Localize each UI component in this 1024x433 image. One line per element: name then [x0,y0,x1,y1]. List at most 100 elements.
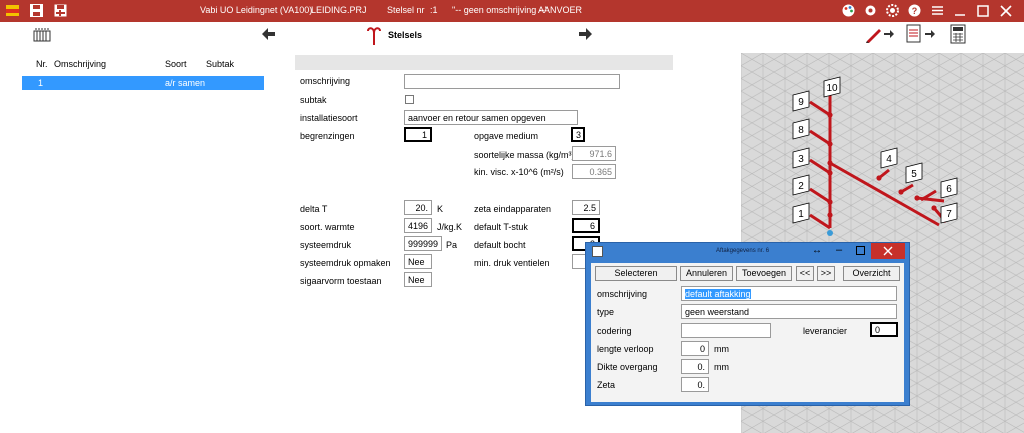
zeta-eind-label: zeta eindapparaten [474,204,552,214]
dialog-title: Aftakgegevens nr. 6 [716,248,770,254]
pipe-joint [876,175,882,181]
pencil-icon[interactable] [864,24,884,46]
node-9: 9 [792,90,810,112]
arrow-left-icon[interactable] [262,28,276,42]
node-label: 7 [946,209,952,220]
d-omschrijving-label: omschrijving [597,289,648,299]
title-bar: Vabi UO Leidingnet (VA100) LEIDING.PRJ S… [0,0,1024,22]
annuleren-button[interactable]: Annuleren [680,266,733,281]
default-bocht-label: default bocht [474,240,526,250]
begrenzingen-field[interactable]: 1 [404,127,432,142]
soort-warmte-field[interactable]: 4196 [404,218,432,233]
maximize-icon[interactable] [975,3,991,19]
node-7: 7 [940,202,958,224]
subtak-checkbox[interactable] [405,95,414,104]
opgave-medium-field[interactable]: 3 [571,127,585,142]
installatiesoort-label: installatiesoort [300,113,358,123]
selecteren-button[interactable]: Selecteren [595,266,677,281]
subtak-label: subtak [300,95,327,105]
opgave-medium-label: opgave medium [474,131,539,141]
d-lengte-field[interactable]: 0 [681,341,709,356]
systeemdruk-opmaken-field[interactable]: Nee [404,254,432,269]
dialog-minimize-icon[interactable]: – [836,244,842,256]
pipe-joint [827,170,833,176]
list-item[interactable]: 1 a/r samen [22,76,264,90]
form-header-bar [295,55,673,70]
toevoegen-button[interactable]: Toevoegen [736,266,792,281]
d-omschrijving-field[interactable]: default aftakking [681,286,897,301]
stelsels-icon[interactable] [366,25,382,47]
node-8: 8 [792,118,810,140]
calculator-icon[interactable] [950,24,966,46]
aftakgegevens-dialog: Aftakgegevens nr. 6 ↔ – Selecteren Annul… [585,242,910,406]
save-as-icon[interactable] [54,4,67,17]
zeta-eind-field[interactable]: 2.5 [572,200,600,215]
pipe-joint [827,199,833,205]
pipe-start-node [827,230,833,236]
dialog-title-bar[interactable]: Aftakgegevens nr. 6 ↔ – [586,243,909,261]
begrenzingen-label: begrenzingen [300,131,355,141]
dialog-close-button[interactable] [871,243,905,259]
minimize-icon[interactable] [952,3,968,19]
menu-icon[interactable] [931,4,944,17]
save-icon[interactable] [30,4,43,17]
arrow-right-icon[interactable] [578,28,592,42]
document-icon[interactable] [905,24,923,46]
min-druk-label: min. druk ventielen [474,258,550,268]
node-label: 9 [798,97,804,108]
list-header-omschrijving[interactable]: Omschrijving [54,59,106,69]
soortelijke-massa-label: soortelijke massa (kg/m³) [474,150,575,160]
node-5: 5 [905,162,923,184]
systeemdruk-field[interactable]: 999999 [404,236,442,251]
help-icon[interactable]: ? [908,4,921,17]
stelsel-label: Stelsel nr [387,5,425,15]
node-label: 6 [946,184,952,195]
d-leverancier-field[interactable]: 0 [870,322,898,337]
node-2: 2 [792,174,810,196]
pipe-joint [827,112,833,118]
omschrijving-field[interactable] [404,74,620,89]
d-dikte-field[interactable]: 0. [681,359,709,374]
soortelijke-massa-field[interactable]: 971.6 [572,146,616,161]
list-header-nr[interactable]: Nr. [36,59,48,69]
stelsel-nr: :1 [430,5,438,15]
d-type-field[interactable]: geen weerstand [681,304,897,319]
node-4: 4 [880,147,898,169]
dialog-maximize-icon[interactable] [856,246,865,257]
node-label: 2 [798,181,804,192]
node-label: 3 [798,154,804,165]
list-header-soort[interactable]: Soort [165,59,187,69]
kin-visc-field[interactable]: 0.365 [572,164,616,179]
stelsels-label[interactable]: Stelsels [388,30,422,40]
node-6: 6 [940,177,958,199]
installatiesoort-field[interactable]: aanvoer en retour samen opgeven [404,110,578,125]
node-label: 10 [826,83,838,94]
toolbar: Stelsels [0,22,1024,50]
list-item-soort: a/r samen [165,78,206,88]
palette-icon[interactable] [842,4,855,17]
default-tstuk-field[interactable]: 6 [572,218,600,233]
next-button[interactable]: >> [817,266,835,281]
overzicht-button[interactable]: Overzicht [843,266,900,281]
delta-t-unit: K [437,204,444,214]
sigaarvorm-field[interactable]: Nee [404,272,432,287]
mode-label: AANVOER [538,5,583,15]
resize-icon[interactable]: ↔ [812,245,822,256]
arrow-right-small-icon-2 [925,30,935,40]
node-10: 10 [823,76,841,98]
gear-icon[interactable] [886,4,899,17]
d-omschrijving-value: default aftakking [685,289,751,299]
delta-t-field[interactable]: 20. [404,200,432,215]
sigaarvorm-label: sigaarvorm toestaan [300,276,382,286]
app-flag-icon[interactable] [6,4,19,17]
dialog-app-icon [592,246,603,259]
prev-button[interactable]: << [796,266,814,281]
project-file: LEIDING.PRJ [311,5,367,15]
default-tstuk-label: default T-stuk [474,222,528,232]
radiator-icon[interactable] [33,27,51,45]
settings-icon[interactable] [864,4,877,17]
d-zeta-field[interactable]: 0. [681,377,709,392]
list-header-subtak[interactable]: Subtak [206,59,234,69]
d-codering-field[interactable] [681,323,771,338]
close-icon[interactable] [998,3,1014,19]
